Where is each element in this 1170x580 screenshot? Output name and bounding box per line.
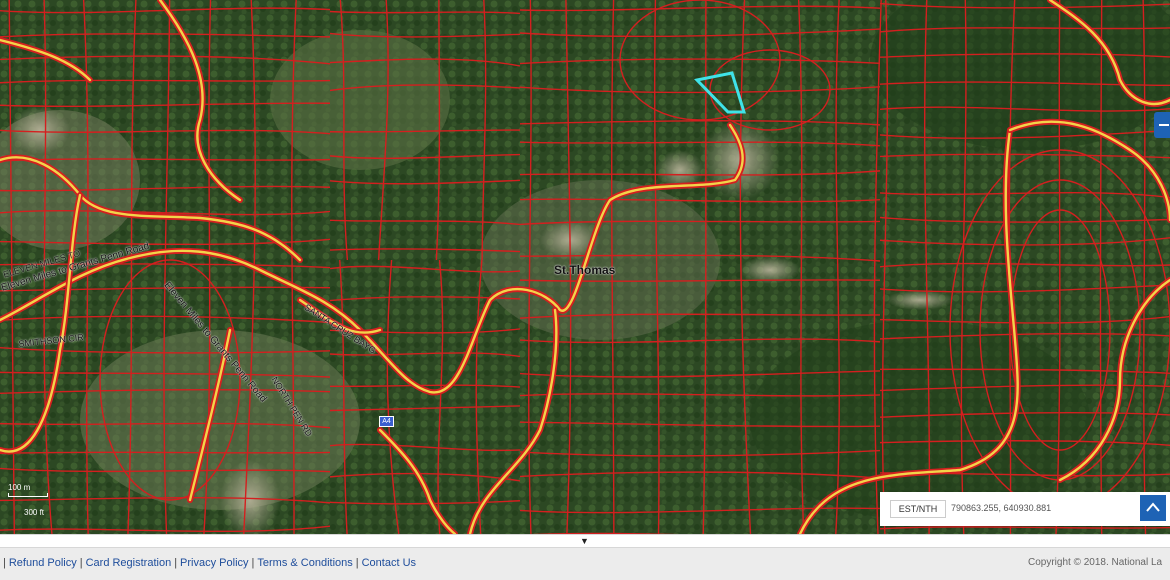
terms-conditions-link[interactable]: Terms & Conditions [257,557,352,569]
refund-policy-link[interactable]: Refund Policy [9,557,77,569]
coordinate-readout: 790863.255, 640930.881 [951,503,1052,513]
footer-separator: | [251,557,255,569]
triangle-down-icon[interactable]: ▼ [580,536,589,546]
card-registration-link[interactable]: Card Registration [86,557,172,569]
footer: | Refund Policy | Card Registration | Privacy… [0,548,1170,580]
zoom-out-button[interactable] [1154,112,1170,138]
map-canvas[interactable] [0,0,1170,534]
scale-bar-line [8,493,48,497]
chevron-up-icon [1146,502,1160,512]
scale-bar: 100 m [8,483,48,497]
coordinate-toggle-button[interactable] [1140,495,1166,521]
map-view[interactable]: St.Thomas SANTA CRUZ BAYG SMITHSON CIR E… [0,0,1170,534]
footer-separator: | [79,557,83,569]
coordinate-panel: EST/NTH 790863.255, 640930.881 [880,492,1170,526]
panel-divider: ▼ [0,534,1170,548]
scale-label-top: 100 m [8,483,31,492]
route-shield: A4 [379,416,394,427]
minus-icon [1159,124,1169,126]
contact-us-link[interactable]: Contact Us [362,557,416,569]
footer-separator: | [3,557,6,569]
copyright-text: Copyright © 2018. National La [1028,557,1163,568]
scale-label-bottom: 300 ft [24,508,45,517]
footer-links: | Refund Policy | Card Registration | Privacy… [0,557,416,569]
privacy-policy-link[interactable]: Privacy Policy [180,557,248,569]
coordinate-system-label[interactable]: EST/NTH [890,500,946,518]
footer-separator: | [174,557,178,569]
footer-separator: | [355,557,359,569]
